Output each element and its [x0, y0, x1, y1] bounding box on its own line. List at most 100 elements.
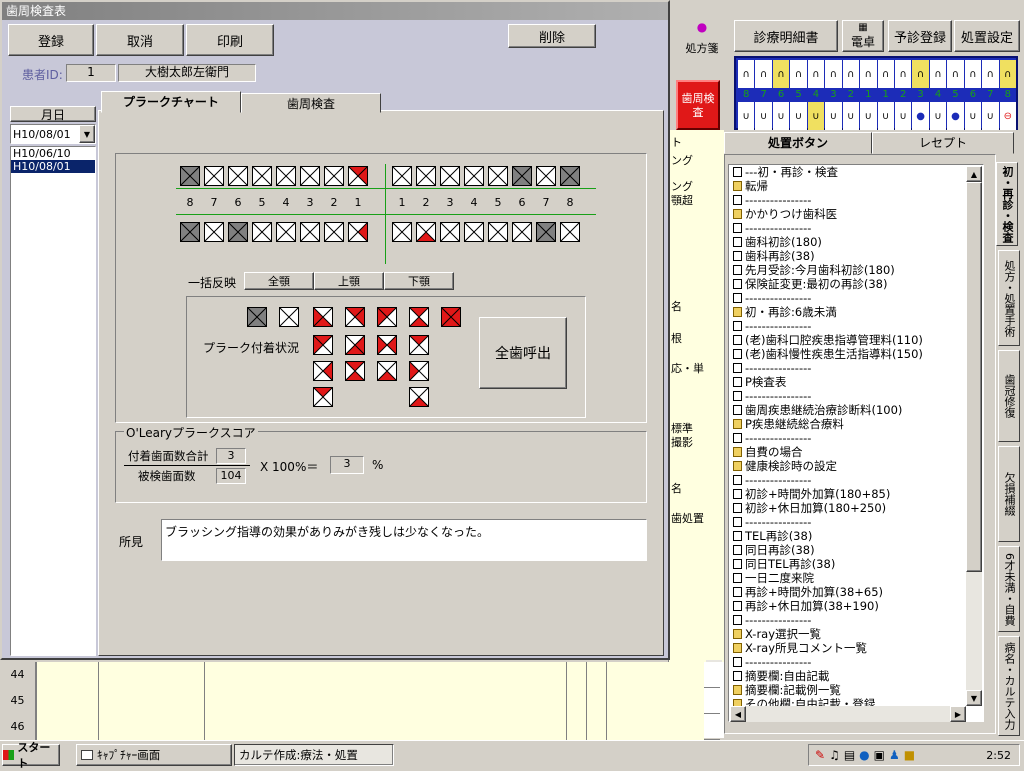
- date-select[interactable]: H10/08/01 ▼: [10, 124, 96, 144]
- lower-tooth-box[interactable]: [440, 222, 460, 242]
- start-button[interactable]: スタート: [2, 741, 60, 770]
- procedure-list-item[interactable]: 転帰: [729, 179, 983, 193]
- lower-tooth-box[interactable]: [512, 222, 532, 242]
- table-row[interactable]: 45: [0, 688, 720, 714]
- table-row[interactable]: 46: [0, 714, 720, 740]
- procedure-list-item[interactable]: ----------------: [729, 473, 983, 487]
- chart-lower-tooth[interactable]: ∪: [929, 102, 947, 130]
- plaque-pattern-button[interactable]: [313, 387, 333, 407]
- chart-lower-tooth[interactable]: ●: [912, 102, 929, 130]
- date-item-selected[interactable]: H10/08/01: [11, 160, 95, 173]
- procedure-list-item[interactable]: 自費の場合: [729, 445, 983, 459]
- plaque-pattern-button[interactable]: [247, 307, 267, 327]
- scroll-up-button[interactable]: ▲: [966, 166, 982, 182]
- table-cell[interactable]: [566, 714, 586, 740]
- plaque-pattern-button[interactable]: [345, 307, 365, 327]
- upper-tooth-box[interactable]: [228, 166, 248, 186]
- chevron-down-icon[interactable]: ▼: [79, 125, 95, 143]
- procedure-list-item[interactable]: 一日二度来院: [729, 571, 983, 585]
- table-cell[interactable]: [36, 688, 98, 714]
- procedure-list-item[interactable]: 健康検診時の設定: [729, 459, 983, 473]
- procedure-list-item[interactable]: 摘要欄:記載例一覧: [729, 683, 983, 697]
- procedure-list-item[interactable]: X-ray所見コメント一覧: [729, 641, 983, 655]
- table-cell[interactable]: [606, 714, 704, 740]
- chart-upper-tooth[interactable]: ∩: [807, 60, 825, 88]
- lower-tooth-box[interactable]: [488, 222, 508, 242]
- table-row[interactable]: 44: [0, 662, 720, 688]
- upper-tooth-box[interactable]: [324, 166, 344, 186]
- findings-textarea[interactable]: ブラッシング指導の効果がありみがき残しは少なくなった。: [161, 519, 647, 561]
- cancel-button[interactable]: 取消: [96, 24, 184, 56]
- reflect-lower-button[interactable]: 下顎: [384, 272, 454, 290]
- side-tab[interactable]: 6才未満・自費: [998, 546, 1020, 632]
- table-cell[interactable]: [586, 714, 606, 740]
- table-cell[interactable]: [36, 714, 98, 740]
- lower-tooth-box[interactable]: [228, 222, 248, 242]
- plaque-pattern-button[interactable]: [409, 307, 429, 327]
- all-teeth-button[interactable]: 全歯呼出: [479, 317, 567, 389]
- chart-upper-tooth[interactable]: ∩: [825, 60, 842, 88]
- chart-upper-tooth[interactable]: ∩: [790, 60, 807, 88]
- procedure-list-item[interactable]: ----------------: [729, 613, 983, 627]
- procedure-list-item[interactable]: ----------------: [729, 319, 983, 333]
- procedure-list[interactable]: ---初・再診・検査 転帰 ---------------- かかりつけ歯科医 ----…: [728, 164, 984, 722]
- procedure-list-item[interactable]: 同日TEL再診(38): [729, 557, 983, 571]
- table-cell[interactable]: [606, 688, 704, 714]
- plaque-pattern-button[interactable]: [441, 307, 461, 327]
- calculator-button[interactable]: ▦ 電卓: [842, 20, 884, 52]
- procedure-list-item[interactable]: 再診+休日加算(38+190): [729, 599, 983, 613]
- tray-user-icon[interactable]: ♟: [889, 748, 900, 762]
- table-cell[interactable]: [586, 688, 606, 714]
- procedure-list-item[interactable]: 初診+休日加算(180+250): [729, 501, 983, 515]
- procedure-list-item[interactable]: 同日再診(38): [729, 543, 983, 557]
- upper-tooth-box[interactable]: [392, 166, 412, 186]
- procedure-list-item[interactable]: ----------------: [729, 361, 983, 375]
- table-cell[interactable]: [98, 662, 204, 688]
- procedure-list-item[interactable]: 歯周疾患継続治療診断料(100): [729, 403, 983, 417]
- date-listbox[interactable]: H10/06/10 H10/08/01: [10, 146, 96, 656]
- prescription-button[interactable]: ● 処方箋: [672, 20, 732, 58]
- procedure-list-item[interactable]: X-ray選択一覧: [729, 627, 983, 641]
- chart-upper-tooth[interactable]: ∩: [894, 60, 912, 88]
- upper-tooth-box[interactable]: [464, 166, 484, 186]
- chart-lower-tooth[interactable]: ●: [947, 102, 964, 130]
- side-tab[interactable]: 初・再診・検査: [996, 162, 1018, 246]
- tab-procedure-buttons[interactable]: 処置ボタン: [724, 132, 872, 154]
- plaque-pattern-button[interactable]: [313, 307, 333, 327]
- procedure-list-item[interactable]: P疾患継続総合療料: [729, 417, 983, 431]
- chart-upper-tooth[interactable]: ∩: [912, 60, 929, 88]
- date-item[interactable]: H10/06/10: [11, 147, 95, 160]
- delete-button[interactable]: 削除: [508, 24, 596, 48]
- scroll-thumb[interactable]: [966, 182, 982, 572]
- procedure-list-item[interactable]: ----------------: [729, 221, 983, 235]
- upper-tooth-box[interactable]: [180, 166, 200, 186]
- upper-tooth-box[interactable]: [276, 166, 296, 186]
- tray-folder-icon[interactable]: ■: [904, 748, 915, 762]
- chart-upper-tooth[interactable]: ∩: [999, 60, 1016, 88]
- procedure-list-item[interactable]: 初・再診:6歳未満: [729, 305, 983, 319]
- side-tab[interactable]: 病名・カルテ入力: [998, 636, 1020, 736]
- scroll-left-button[interactable]: ◀: [730, 706, 746, 722]
- chart-lower-tooth[interactable]: ⊖: [999, 102, 1016, 130]
- table-cell[interactable]: [586, 662, 606, 688]
- plaque-pattern-button[interactable]: [377, 335, 397, 355]
- lower-tooth-box[interactable]: [536, 222, 556, 242]
- lower-tooth-box[interactable]: [348, 222, 368, 242]
- procedure-list-item[interactable]: ----------------: [729, 655, 983, 669]
- lower-tooth-box[interactable]: [276, 222, 296, 242]
- procedure-list-scrollbar[interactable]: ▲ ▼: [966, 166, 982, 706]
- table-cell[interactable]: [98, 688, 204, 714]
- procedure-list-item[interactable]: 先月受診:今月歯科初診(180): [729, 263, 983, 277]
- chart-lower-tooth[interactable]: ∪: [738, 102, 755, 130]
- tab-plaque-chart[interactable]: プラークチャート: [101, 91, 241, 113]
- chart-lower-tooth[interactable]: ∪: [842, 102, 860, 130]
- lower-tooth-box[interactable]: [392, 222, 412, 242]
- upper-tooth-box[interactable]: [348, 166, 368, 186]
- procedure-list-item[interactable]: (老)歯科慢性疾患生活指導料(150): [729, 347, 983, 361]
- reflect-upper-button[interactable]: 上顎: [314, 272, 384, 290]
- procedure-list-item[interactable]: ----------------: [729, 515, 983, 529]
- procedure-list-item[interactable]: 歯科初診(180): [729, 235, 983, 249]
- procedure-list-item[interactable]: (老)歯科口腔疾患指導管理料(110): [729, 333, 983, 347]
- side-tab[interactable]: 欠損補綴: [998, 446, 1020, 542]
- chart-upper-tooth[interactable]: ∩: [964, 60, 982, 88]
